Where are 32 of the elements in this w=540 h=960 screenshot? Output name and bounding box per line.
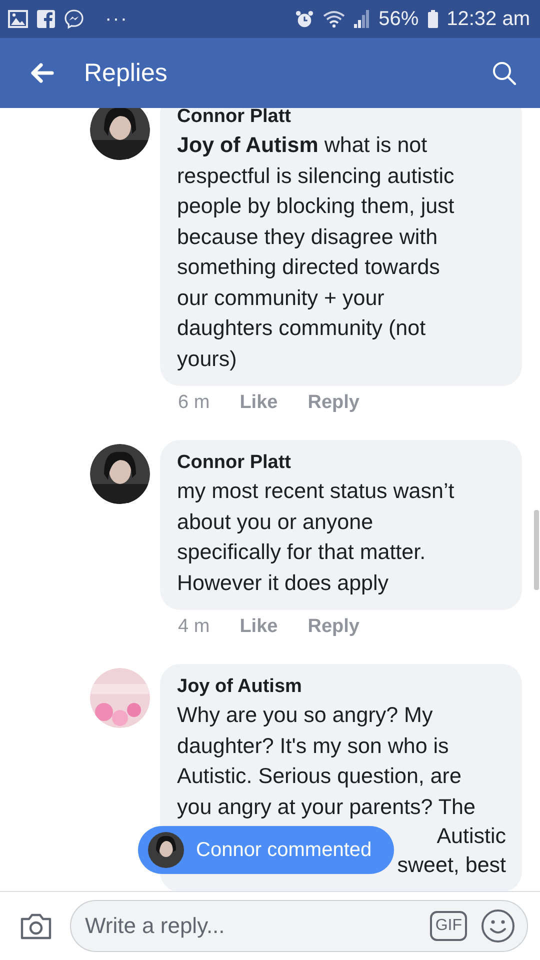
messenger-icon xyxy=(64,9,84,29)
gif-button[interactable]: GIF xyxy=(430,911,467,941)
comment-text-fragment: Autistic xyxy=(436,823,506,850)
new-comment-pill[interactable]: Connor commented xyxy=(138,826,394,874)
more-notifications: ··· xyxy=(105,8,128,30)
smiley-icon[interactable] xyxy=(481,909,515,943)
comment-text: Why are you so angry? My daughter? It's my son who is Autistic. Serious question, are you angry at your parents? The xyxy=(177,702,476,820)
comment-action-link[interactable]: Like xyxy=(240,392,278,414)
wifi-icon xyxy=(322,10,345,28)
battery-icon xyxy=(428,10,438,28)
comment-action-link[interactable]: Reply xyxy=(308,616,360,638)
comment-author[interactable]: Connor Platt xyxy=(177,108,512,130)
facebook-icon xyxy=(37,10,55,28)
battery-percent: 56% xyxy=(378,8,419,30)
search-icon[interactable] xyxy=(492,61,516,85)
comment-action-link[interactable]: Like xyxy=(240,616,278,638)
gallery-icon xyxy=(8,10,28,28)
comment-author[interactable]: Connor Platt xyxy=(177,450,512,476)
reply-input-field[interactable]: Write a reply... GIF xyxy=(70,900,528,952)
page-title: Replies xyxy=(84,58,168,88)
comment-action-link[interactable]: Reply xyxy=(308,392,360,414)
clock-time: 12:32 am xyxy=(446,8,530,30)
camera-icon[interactable] xyxy=(20,912,52,940)
comment-time: 6 m xyxy=(178,392,210,414)
back-arrow-icon[interactable] xyxy=(30,63,54,83)
comment-author[interactable]: Joy of Autism xyxy=(177,674,512,700)
alarm-icon xyxy=(294,10,314,28)
signal-icon xyxy=(354,10,370,28)
comment-text-fragment: sweet, best xyxy=(397,852,506,879)
comment-time: 4 m xyxy=(178,616,210,638)
comment-text: Joy of Autism what is not respectful is silencing autistic people by blocking them, just because they disagree with something directed towards our community + your daughters community (not yours) xyxy=(177,132,456,372)
comment-text: my most recent status wasn’t about you or anyone specifically for that matter. However it does apply xyxy=(177,478,456,596)
